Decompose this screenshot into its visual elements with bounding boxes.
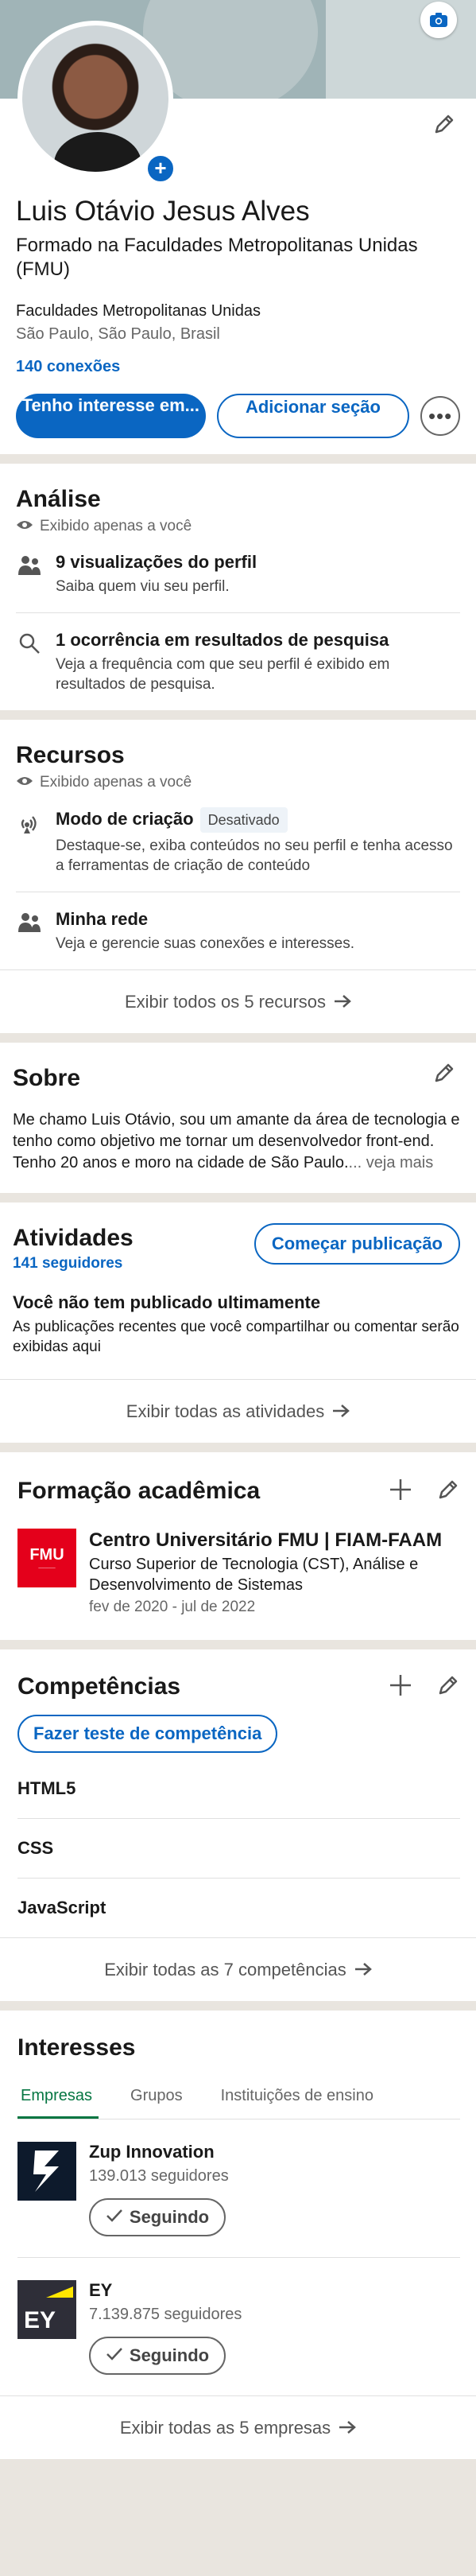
section-title: Competências xyxy=(17,1673,181,1700)
private-note: Exibido apenas a você xyxy=(16,774,460,791)
arrow-right-icon xyxy=(354,1960,372,1980)
list-item[interactable]: 9 visualizações do perfil Saiba quem viu… xyxy=(16,535,460,613)
education-section: Formação acadêmica FMU ───── Centro Univ… xyxy=(0,1452,476,1640)
show-all-skills-link[interactable]: Exibir todas as 7 competências xyxy=(0,1937,476,2001)
plus-icon[interactable]: + xyxy=(145,153,176,185)
arrow-right-icon xyxy=(334,992,351,1012)
skill-item[interactable]: CSS xyxy=(17,1819,460,1879)
section-title: Interesses xyxy=(17,2034,136,2061)
empty-subtitle: As publicações recentes que você compart… xyxy=(13,1319,459,1355)
profile-company[interactable]: Faculdades Metropolitanas Unidas xyxy=(16,302,460,321)
followers-count[interactable]: 141 seguidores xyxy=(13,1255,134,1272)
tab-schools[interactable]: Instituições de ensino xyxy=(221,2079,373,2119)
open-to-button[interactable]: Tenho interesse em... xyxy=(16,394,206,438)
broadcast-icon xyxy=(16,807,43,876)
search-icon xyxy=(16,629,43,694)
start-post-button[interactable]: Começar publicação xyxy=(253,1223,460,1265)
section-title: Análise xyxy=(16,486,101,512)
company-logo: EY xyxy=(17,2280,76,2339)
tab-groups[interactable]: Grupos xyxy=(130,2079,183,2119)
skills-section: Competências Fazer teste de competência … xyxy=(0,1649,476,2001)
plus-icon[interactable] xyxy=(389,1673,412,1701)
list-item[interactable]: Modo de criação Desativado Destaque-se, e… xyxy=(16,791,460,892)
activity-section: Atividades 141 seguidores Começar public… xyxy=(0,1203,476,1443)
about-text[interactable]: Me chamo Luis Otávio, sou um amante da á… xyxy=(13,1094,460,1193)
top-card: + Luis Otávio Jesus Alves Formado na Fac… xyxy=(0,0,476,454)
private-note: Exibido apenas a você xyxy=(16,518,460,535)
svg-text:EY: EY xyxy=(24,2307,56,2333)
list-item[interactable]: EY EY 7.139.875 seguidores Seguindo xyxy=(17,2258,460,2395)
following-button[interactable]: Seguindo xyxy=(89,2337,226,2375)
interests-section: Interesses Empresas Grupos Instituições … xyxy=(0,2011,476,2459)
show-all-activity-link[interactable]: Exibir todas as atividades xyxy=(0,1379,476,1443)
list-item[interactable]: Zup Innovation 139.013 seguidores Seguin… xyxy=(17,2119,460,2258)
pencil-icon[interactable] xyxy=(436,1673,460,1701)
tab-companies[interactable]: Empresas xyxy=(17,2079,99,2119)
section-title: Sobre xyxy=(13,1065,81,1091)
people-icon xyxy=(16,551,43,596)
section-title: Formação acadêmica xyxy=(17,1478,261,1504)
people-icon xyxy=(16,908,43,954)
list-item[interactable]: Minha rede Veja e gerencie suas conexões… xyxy=(16,892,460,969)
about-section: Sobre Me chamo Luis Otávio, sou um amant… xyxy=(0,1043,476,1193)
list-item[interactable]: 1 ocorrência em resultados de pesquisa V… xyxy=(16,613,460,710)
section-title: Atividades xyxy=(13,1225,134,1251)
following-button[interactable]: Seguindo xyxy=(89,2198,226,2236)
eye-icon xyxy=(16,774,33,791)
avatar[interactable]: + xyxy=(17,21,176,185)
skill-item[interactable]: HTML5 xyxy=(17,1759,460,1819)
school-logo: FMU ───── xyxy=(17,1529,76,1587)
skill-item[interactable]: JavaScript xyxy=(17,1879,460,1937)
camera-icon[interactable] xyxy=(420,2,457,38)
status-badge: Desativado xyxy=(199,807,288,833)
arrow-right-icon xyxy=(339,2418,357,2438)
pencil-icon[interactable] xyxy=(428,108,460,140)
pencil-icon[interactable] xyxy=(428,1057,460,1089)
show-all-companies-link[interactable]: Exibir todas as 5 empresas xyxy=(0,2395,476,2459)
interest-tabs: Empresas Grupos Instituições de ensino xyxy=(17,2079,460,2119)
skill-test-button[interactable]: Fazer teste de competência xyxy=(17,1715,278,1753)
analytics-section: Análise Exibido apenas a você 9 visualiz… xyxy=(0,464,476,710)
profile-location: São Paulo, São Paulo, Brasil xyxy=(16,325,220,343)
profile-name: Luis Otávio Jesus Alves xyxy=(16,196,310,227)
empty-title: Você não tem publicado ultimamente xyxy=(13,1292,321,1312)
eye-icon xyxy=(16,518,33,535)
company-logo xyxy=(17,2142,76,2201)
arrow-right-icon xyxy=(332,1401,350,1422)
add-section-button[interactable]: Adicionar seção xyxy=(216,394,410,438)
plus-icon[interactable] xyxy=(389,1478,412,1506)
show-all-resources-link[interactable]: Exibir todos os 5 recursos xyxy=(0,969,476,1033)
see-more-link[interactable]: ... veja mais xyxy=(349,1154,434,1171)
check-icon xyxy=(106,2345,123,2366)
education-item[interactable]: FMU ───── Centro Universitário FMU | FIA… xyxy=(17,1506,460,1640)
pencil-icon[interactable] xyxy=(436,1478,460,1506)
resources-section: Recursos Exibido apenas a você Modo de c… xyxy=(0,720,476,1033)
check-icon xyxy=(106,2207,123,2228)
profile-headline: Formado na Faculdades Metropolitanas Uni… xyxy=(16,235,418,280)
profile-page: + Luis Otávio Jesus Alves Formado na Fac… xyxy=(0,0,476,2576)
connections-link[interactable]: 140 conexões xyxy=(16,358,460,376)
more-icon[interactable]: ••• xyxy=(420,396,460,436)
section-title: Recursos xyxy=(16,742,125,768)
